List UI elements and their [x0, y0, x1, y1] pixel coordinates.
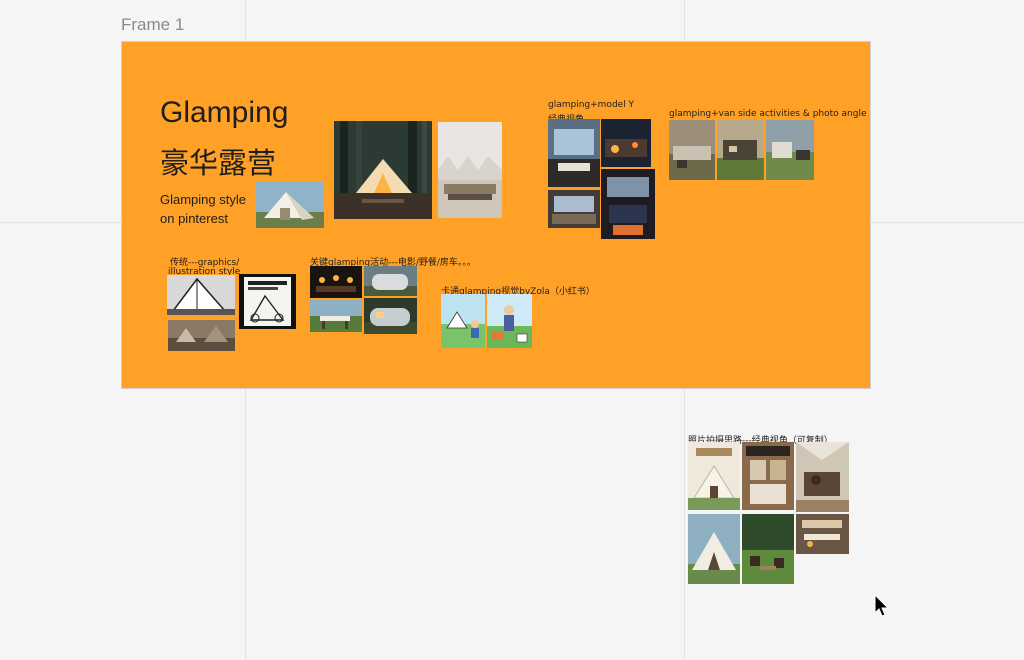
- photo-white-tent[interactable]: [256, 182, 324, 228]
- board-subtitle[interactable]: Glamping style on pinterest: [160, 190, 246, 228]
- subtitle-line-2: on pinterest: [160, 211, 228, 226]
- photo-cartoon-1[interactable]: [441, 294, 485, 348]
- subtitle-line-1: Glamping style: [160, 192, 246, 207]
- photo-airstream-2[interactable]: [364, 298, 417, 334]
- photo-picnic-table[interactable]: [310, 300, 362, 332]
- photo-night-picnic[interactable]: [310, 266, 362, 298]
- photo-camp-illustration[interactable]: [168, 320, 235, 351]
- photo-tent-interior[interactable]: [796, 442, 849, 512]
- photo-van-3[interactable]: [766, 120, 814, 180]
- frame-label[interactable]: Frame 1: [121, 15, 184, 35]
- photo-model-y-interior[interactable]: [548, 119, 600, 187]
- section-label-model-y[interactable]: glamping+model Y: [548, 100, 634, 110]
- photo-airstream-1[interactable]: [364, 266, 417, 296]
- board-title-cn[interactable]: 豪华露营: [160, 140, 276, 182]
- photo-model-y-night[interactable]: [601, 119, 651, 167]
- photo-bell-tent[interactable]: [688, 514, 740, 584]
- photo-cycle-poster[interactable]: [239, 274, 296, 329]
- photo-desert-tents[interactable]: [438, 122, 502, 218]
- photo-van-1[interactable]: [669, 120, 715, 180]
- photo-cartoon-2[interactable]: [487, 294, 532, 348]
- photo-lawn-chairs[interactable]: [742, 514, 794, 584]
- mouse-cursor-icon: [874, 594, 890, 617]
- photo-van-2[interactable]: [717, 120, 764, 180]
- photo-go-out-poster[interactable]: [742, 442, 794, 510]
- photo-tent-sketch[interactable]: [167, 275, 235, 315]
- board-title-en[interactable]: Glamping: [160, 96, 288, 130]
- section-label-van[interactable]: glamping+van side activities & photo ang…: [669, 109, 866, 119]
- photo-model-y-trunk[interactable]: [548, 190, 600, 228]
- photo-glamping-cover[interactable]: [688, 442, 740, 510]
- photo-dining-setup[interactable]: [796, 514, 849, 554]
- photo-model-y-cabin[interactable]: [601, 169, 655, 239]
- photo-forest-tent[interactable]: [334, 121, 432, 219]
